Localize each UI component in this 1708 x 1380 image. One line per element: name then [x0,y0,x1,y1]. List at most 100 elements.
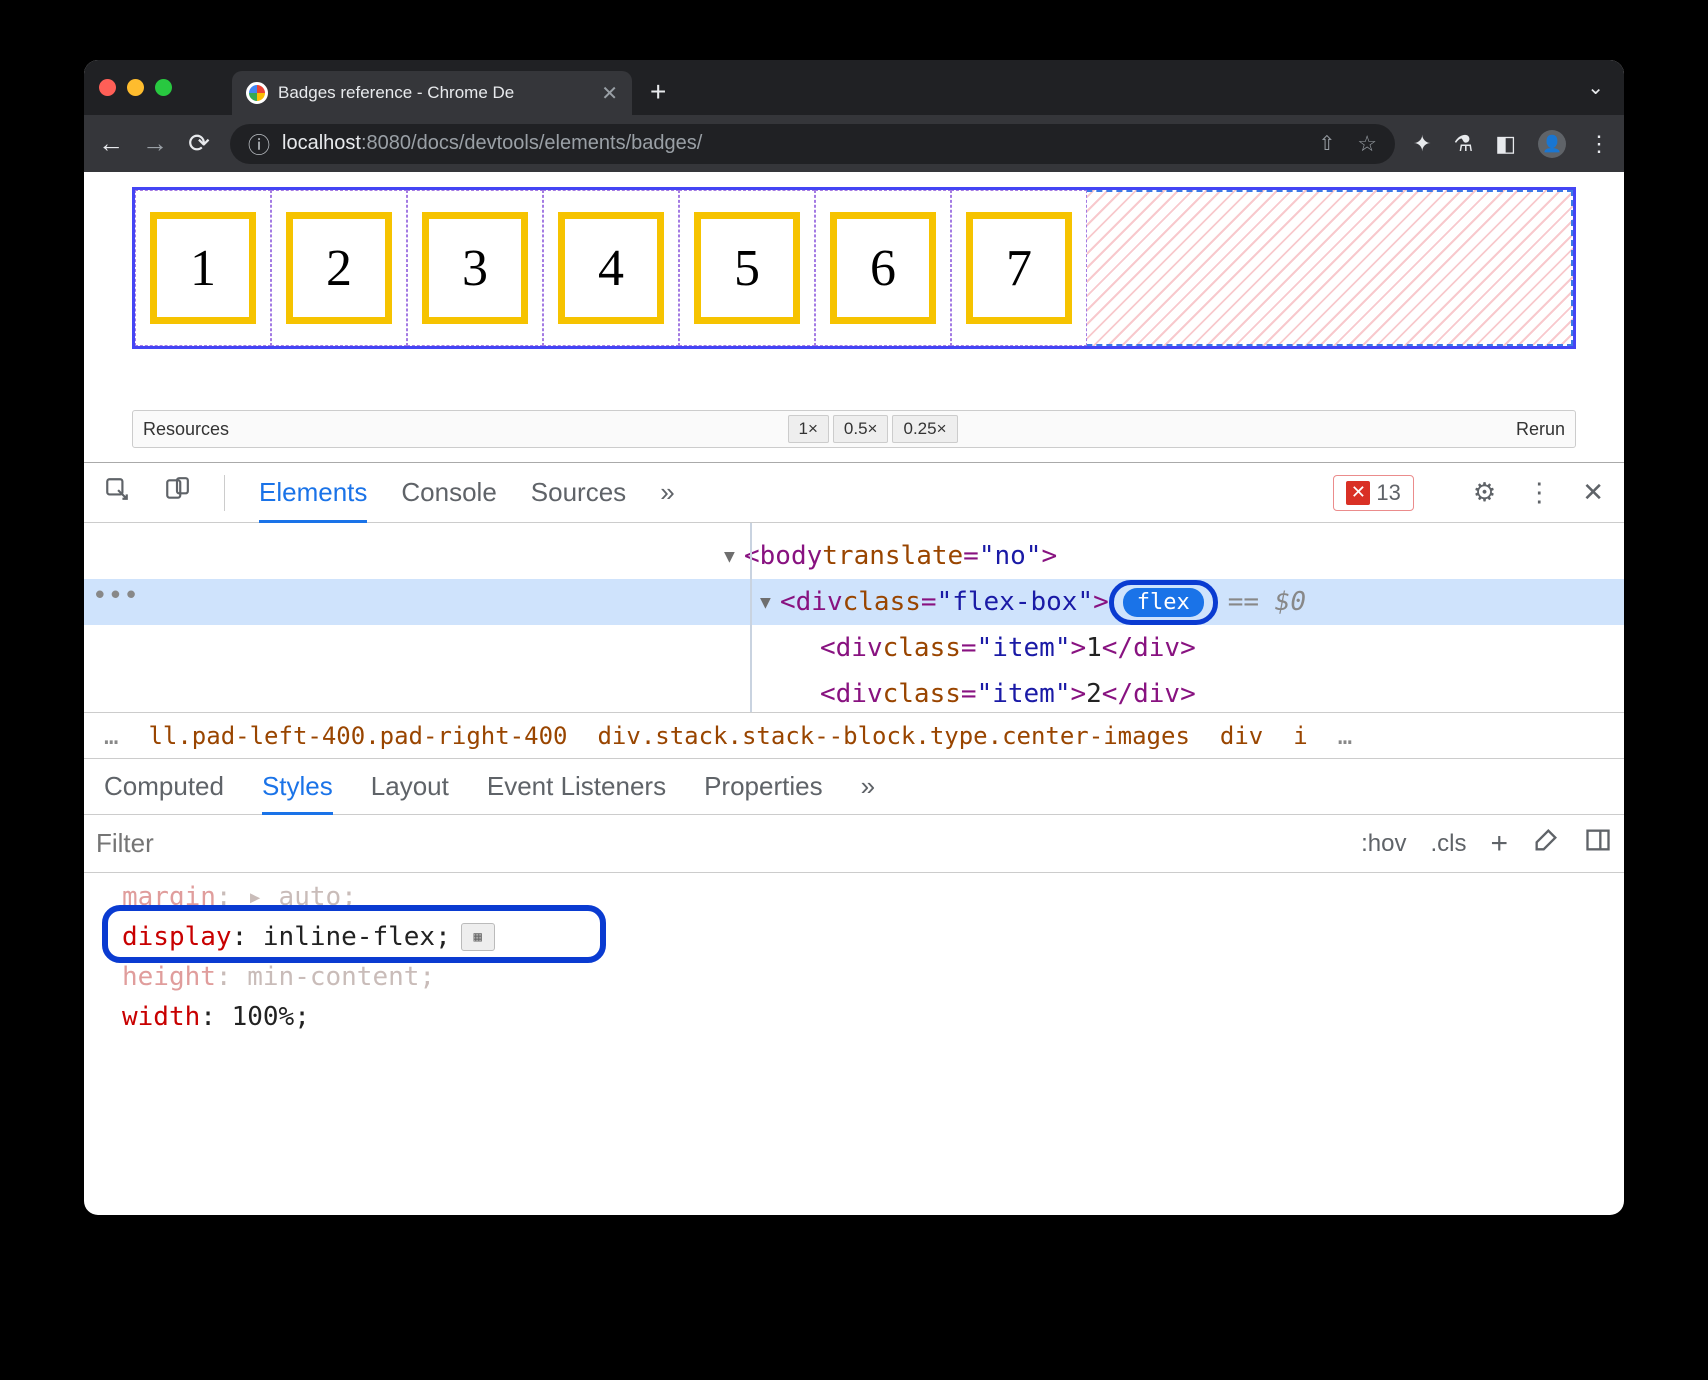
flex-slot: 2 [271,190,407,346]
flex-slot: 3 [407,190,543,346]
dom-line-item1[interactable]: <div class="item">1</div> [84,625,1624,671]
address-bar[interactable]: ⓘ localhost:8080/docs/devtools/elements/… [230,124,1395,164]
toolbar: ← → ⟳ ⓘ localhost:8080/docs/devtools/ele… [84,115,1624,172]
flex-editor-icon[interactable]: ▦ [461,923,495,951]
labs-icon[interactable]: ⚗ [1453,131,1473,157]
tab-elements[interactable]: Elements [259,477,367,523]
bookmark-star-icon[interactable]: ☆ [1357,131,1377,157]
tab-layout[interactable]: Layout [371,771,449,802]
dom-line-body[interactable]: ▼<body translate="no"> [84,533,1624,579]
tab-close-icon[interactable]: ✕ [601,81,618,106]
flex-empty-space [1087,190,1573,346]
url: localhost:8080/docs/devtools/elements/ba… [282,132,702,155]
forward-button[interactable]: → [142,128,168,159]
dom-split-line [750,523,752,712]
site-info-icon[interactable]: ⓘ [248,128,270,160]
rule-width[interactable]: width: 100%; [122,997,1604,1037]
flex-item: 2 [286,212,392,324]
flex-item: 3 [422,212,528,324]
tabs-more[interactable]: » [660,477,674,508]
tab-properties[interactable]: Properties [704,771,823,802]
tab-title: Badges reference - Chrome De [278,83,591,103]
chrome-favicon-icon [246,82,268,104]
devtools-menu-icon[interactable]: ⋮ [1526,477,1552,508]
crumb-b[interactable]: div.stack.stack--block.type.center-image… [597,722,1189,750]
back-button[interactable]: ← [98,128,124,159]
flex-item: 7 [966,212,1072,324]
share-icon[interactable]: ⇧ [1319,131,1336,156]
flex-badge-highlight: flex [1109,580,1218,625]
inspect-icon[interactable] [104,476,130,509]
window-close-light[interactable] [99,79,116,96]
dom-line-flexbox[interactable]: ▼<div class="flex-box">flex== $0 [84,579,1624,625]
settings-gear-icon[interactable]: ⚙ [1473,477,1496,508]
rule-margin[interactable]: margin: ▸ auto; [122,877,1604,917]
dom-tree[interactable]: ••• ▼<body translate="no"> ▼<div class="… [84,523,1624,713]
zoom-1x[interactable]: 1× [788,415,829,443]
page-viewport: 1 2 3 4 5 6 7 Resources 1× 0.5× 0.25× Re… [84,172,1624,462]
tab-console[interactable]: Console [401,477,496,508]
crumb-overflow-left[interactable]: … [104,722,118,750]
crumb-c[interactable]: div [1220,722,1263,750]
flex-badge[interactable]: flex [1123,588,1204,617]
rule-height[interactable]: height: min-content; [122,957,1604,997]
styles-filter-row: :hov .cls + [84,815,1624,873]
tabs-dropdown-icon[interactable]: ⌄ [1587,75,1604,100]
crumb-a[interactable]: ll.pad-left-400.pad-right-400 [148,722,567,750]
device-toggle-icon[interactable] [164,476,190,509]
equals-dollar-zero: == $0 [1228,587,1306,617]
crumb-overflow-right[interactable]: … [1338,722,1352,750]
window-min-light[interactable] [127,79,144,96]
breadcrumbs[interactable]: … ll.pad-left-400.pad-right-400 div.stac… [84,713,1624,759]
flex-slot: 7 [951,190,1087,346]
devtools-right-icons: ⚙ ⋮ ✕ [1473,477,1604,508]
resources-button[interactable]: Resources [143,419,229,440]
dom-line-item2[interactable]: <div class="item">2</div> [84,671,1624,713]
dom-overflow-dots-icon[interactable]: ••• [92,581,139,611]
menu-dots-icon[interactable]: ⋮ [1588,131,1610,157]
flex-item: 4 [558,212,664,324]
window-max-light[interactable] [155,79,172,96]
styles-filter-tools: :hov .cls + [1361,826,1612,861]
rerun-button[interactable]: Rerun [1516,419,1565,440]
tab-styles[interactable]: Styles [262,771,333,815]
toolbar-icons: ✦ ⚗ ◧ 👤 ⋮ [1413,130,1610,158]
new-tab-button[interactable]: + [650,76,666,108]
panel-toggle-icon[interactable]: ◧ [1495,131,1516,157]
devtools-close-icon[interactable]: ✕ [1582,477,1604,508]
cls-toggle[interactable]: .cls [1430,830,1466,858]
browser-tab[interactable]: Badges reference - Chrome De ✕ [232,71,632,115]
zoom-05x[interactable]: 0.5× [833,415,889,443]
browser-window: Badges reference - Chrome De ✕ + ⌄ ← → ⟳… [84,60,1624,1215]
styles-filter-input[interactable] [96,828,1361,859]
flex-slot: 6 [815,190,951,346]
flex-slot: 1 [135,190,271,346]
styles-panel-tabs: Computed Styles Layout Event Listeners P… [84,759,1624,815]
extensions-icon[interactable]: ✦ [1413,131,1431,157]
profile-avatar-icon[interactable]: 👤 [1538,130,1566,158]
zoom-buttons: 1× 0.5× 0.25× [788,415,958,443]
error-badge-icon: ✕ [1346,481,1370,505]
demo-footer: Resources 1× 0.5× 0.25× Rerun [132,410,1576,448]
flex-container-demo[interactable]: 1 2 3 4 5 6 7 [132,187,1576,349]
devtools: Elements Console Sources » ✕ 13 ⚙ ⋮ ✕ ••… [84,462,1624,1057]
crumb-d[interactable]: i [1293,722,1307,750]
error-counter[interactable]: ✕ 13 [1333,475,1413,511]
rule-display[interactable]: display: inline-flex;▦ [122,917,1604,957]
flex-item: 6 [830,212,936,324]
devtools-tabs: Elements Console Sources » ✕ 13 ⚙ ⋮ ✕ [84,463,1624,523]
new-rule-icon[interactable]: + [1490,827,1508,861]
tab-sources[interactable]: Sources [531,477,626,508]
paintbrush-icon[interactable] [1532,826,1560,861]
hov-toggle[interactable]: :hov [1361,830,1406,858]
zoom-025x[interactable]: 0.25× [892,415,957,443]
tab-more[interactable]: » [861,771,875,802]
toggle-sidebar-icon[interactable] [1584,826,1612,861]
css-rules[interactable]: margin: ▸ auto; display: inline-flex;▦ h… [84,873,1624,1057]
reload-button[interactable]: ⟳ [186,128,212,159]
flex-slot: 5 [679,190,815,346]
tab-computed[interactable]: Computed [104,771,224,802]
tab-event-listeners[interactable]: Event Listeners [487,771,666,802]
flex-item: 1 [150,212,256,324]
traffic-lights [99,79,172,96]
